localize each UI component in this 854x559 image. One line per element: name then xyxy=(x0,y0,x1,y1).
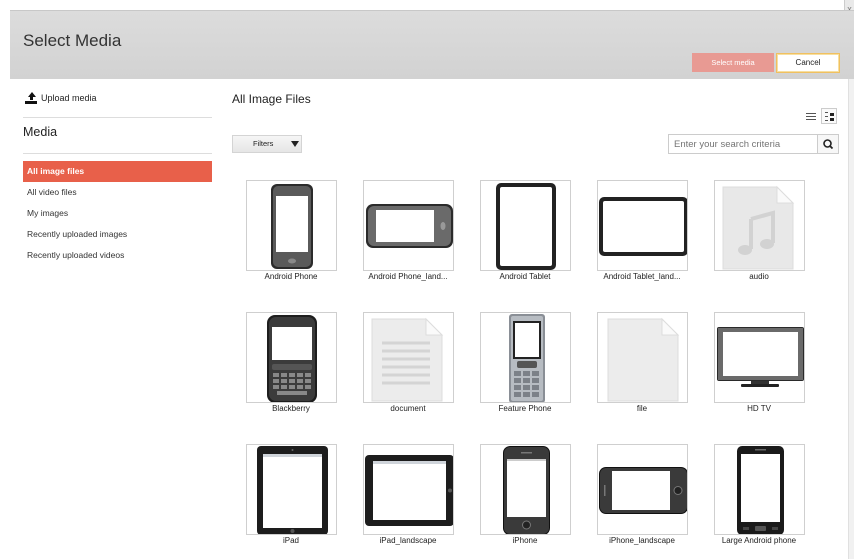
search-icon xyxy=(823,139,834,150)
android-tablet-landscape-icon xyxy=(599,197,687,256)
blackberry-thumbnail[interactable] xyxy=(246,312,337,403)
media-tile-label: Feature Phone xyxy=(498,404,552,413)
view-toggle xyxy=(802,108,837,124)
media-tile-label: iPad xyxy=(282,536,299,545)
filters-dropdown[interactable]: Filters xyxy=(232,135,302,153)
media-tile-label: file xyxy=(636,404,648,413)
nav-item-all-image-files[interactable]: All image files xyxy=(23,161,212,182)
media-tile-label: Large Android phone xyxy=(721,536,797,545)
media-tile[interactable]: iPad_landscape xyxy=(358,444,458,554)
page-title: All Image Files xyxy=(232,92,311,106)
media-tile-label: HD TV xyxy=(747,404,771,413)
media-tile[interactable]: Android Phone_land... xyxy=(358,180,458,290)
nav-item-all-video-files[interactable]: All video files xyxy=(23,182,212,203)
nav-item-recently-uploaded-images[interactable]: Recently uploaded images xyxy=(23,224,212,245)
media-tile-label: iPhone_landscape xyxy=(609,536,675,545)
audio-file-icon xyxy=(722,185,795,270)
upload-media-label: Upload media xyxy=(41,93,97,103)
media-tile[interactable]: Android Phone xyxy=(241,180,341,290)
nav-item-recently-uploaded-videos[interactable]: Recently uploaded videos xyxy=(23,245,212,266)
media-tile[interactable]: Android Tablet_land... xyxy=(592,180,692,290)
iphone-landscape-thumbnail[interactable] xyxy=(597,444,688,535)
media-tile-label: iPhone xyxy=(512,536,538,545)
media-tile[interactable]: iPad xyxy=(241,444,341,554)
media-tile-label: Android Phone_land... xyxy=(368,272,448,281)
dialog-title: Select Media xyxy=(23,31,122,50)
media-heading: Media xyxy=(23,125,58,139)
ipad-landscape-icon xyxy=(365,455,453,526)
media-tile[interactable]: iPhone_landscape xyxy=(592,444,692,554)
feature-phone-thumbnail[interactable] xyxy=(480,312,571,403)
divider xyxy=(23,153,212,154)
search-input[interactable] xyxy=(668,134,818,154)
caret-down-icon xyxy=(291,141,299,147)
media-tile-label: audio xyxy=(749,272,769,281)
media-tile-label: iPad_landscape xyxy=(379,536,437,545)
hd-tv-icon xyxy=(717,327,804,387)
android-phone-landscape-icon xyxy=(366,204,453,248)
cancel-button[interactable]: Cancel xyxy=(776,53,840,73)
nav-item-my-images[interactable]: My images xyxy=(23,203,212,224)
blackberry-icon xyxy=(267,315,317,402)
feature-phone-icon xyxy=(509,314,545,402)
media-tile-label: Android Tablet_land... xyxy=(603,272,681,281)
audio-file-thumbnail[interactable] xyxy=(714,180,805,271)
divider xyxy=(23,117,212,118)
iphone-thumbnail[interactable] xyxy=(480,444,571,535)
large-android-phone-icon xyxy=(737,446,784,534)
generic-file-icon xyxy=(607,317,680,402)
media-tile-label: Android Tablet xyxy=(499,272,551,281)
large-android-phone-thumbnail[interactable] xyxy=(714,444,805,535)
media-tile-label: Blackberry xyxy=(272,404,310,413)
media-tile[interactable]: Android Tablet xyxy=(475,180,575,290)
media-tile[interactable]: Blackberry xyxy=(241,312,341,422)
media-tile[interactable]: audio xyxy=(709,180,809,290)
media-tile[interactable]: document xyxy=(358,312,458,422)
media-nav: All image files All video files My image… xyxy=(23,161,212,266)
media-tile[interactable]: HD TV xyxy=(709,312,809,422)
hd-tv-thumbnail[interactable] xyxy=(714,312,805,403)
android-tablet-thumbnail[interactable] xyxy=(480,180,571,271)
android-phone-thumbnail[interactable] xyxy=(246,180,337,271)
select-media-button[interactable]: Select media xyxy=(692,53,774,72)
ipad-icon xyxy=(257,446,328,534)
media-tile[interactable]: file xyxy=(592,312,692,422)
media-tile-label: document xyxy=(390,404,426,413)
media-tile-label: Android Phone xyxy=(264,272,318,281)
iphone-landscape-icon xyxy=(599,467,687,514)
generic-file-thumbnail[interactable] xyxy=(597,312,688,403)
media-tile[interactable]: Feature Phone xyxy=(475,312,575,422)
top-strip xyxy=(0,0,854,10)
ipad-thumbnail[interactable] xyxy=(246,444,337,535)
sidebar: Upload media Media All image files All v… xyxy=(23,88,212,266)
filters-label: Filters xyxy=(253,139,274,148)
search-button[interactable] xyxy=(818,134,839,154)
media-tile[interactable]: iPhone xyxy=(475,444,575,554)
upload-media-link[interactable]: Upload media xyxy=(23,88,212,108)
upload-icon xyxy=(25,92,37,104)
document-file-icon xyxy=(371,317,444,402)
detail-view-icon[interactable] xyxy=(821,108,837,124)
document-file-thumbnail[interactable] xyxy=(363,312,454,403)
android-tablet-landscape-thumbnail[interactable] xyxy=(597,180,688,271)
list-view-icon[interactable] xyxy=(802,108,818,124)
ipad-landscape-thumbnail[interactable] xyxy=(363,444,454,535)
dialog-header: Select Media Select media Cancel xyxy=(10,10,854,79)
iphone-icon xyxy=(503,446,550,534)
scrollbar[interactable] xyxy=(848,79,854,559)
android-phone-landscape-thumbnail[interactable] xyxy=(363,180,454,271)
android-tablet-icon xyxy=(496,183,556,270)
android-phone-icon xyxy=(271,184,313,269)
main-panel: All Image Files xyxy=(232,92,311,106)
media-tile[interactable]: Large Android phone xyxy=(709,444,809,554)
